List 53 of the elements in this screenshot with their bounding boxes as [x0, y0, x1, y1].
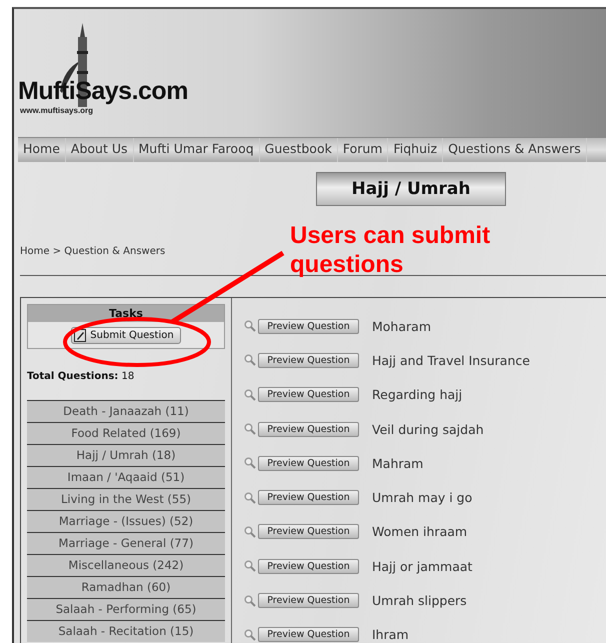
- search-icon: [244, 423, 256, 436]
- category-item[interactable]: Living in the West (55): [27, 488, 225, 510]
- category-item[interactable]: Hajj / Umrah (18): [27, 444, 225, 466]
- category-item[interactable]: Death - Janaazah (11): [27, 400, 225, 422]
- category-item[interactable]: Marriage - General (77): [27, 532, 225, 554]
- search-icon: [244, 526, 256, 538]
- preview-question-button[interactable]: Preview Question: [258, 558, 359, 574]
- page-title: Hajj / Umrah: [316, 172, 506, 206]
- preview-question-button[interactable]: Preview Question: [258, 422, 359, 437]
- nav-link[interactable]: Mufti Umar Farooq: [134, 138, 260, 162]
- preview-question-button[interactable]: Preview Question: [258, 456, 359, 471]
- preview-question-button[interactable]: Preview Question: [258, 352, 359, 368]
- nav-link[interactable]: Forum: [338, 138, 388, 162]
- question-title[interactable]: Veil during sajdah: [372, 422, 484, 437]
- category-item[interactable]: Marriage - (Issues) (52): [27, 510, 225, 532]
- search-icon: [244, 594, 256, 607]
- preview-question-button[interactable]: Preview Question: [258, 524, 359, 540]
- nav-link[interactable]: Questions & Answers: [443, 138, 587, 162]
- preview-question-button[interactable]: Preview Question: [258, 318, 359, 334]
- search-icon: [244, 492, 256, 504]
- search-icon: [244, 388, 256, 401]
- nav-link[interactable]: Home: [18, 138, 66, 162]
- nav-link[interactable]: Guestbook: [260, 138, 338, 162]
- category-item[interactable]: Ramadhan (60): [27, 576, 225, 598]
- category-item[interactable]: Imaan / 'Aqaaid (51): [27, 466, 225, 488]
- category-item[interactable]: Miscellaneous (242): [27, 554, 225, 576]
- question-title[interactable]: Hajj and Travel Insurance: [372, 352, 530, 368]
- submit-question-button[interactable]: Submit Question: [71, 326, 181, 344]
- search-icon: [244, 628, 256, 641]
- total-questions: Total Questions: 18: [27, 371, 136, 382]
- site-url: www.muftisays.org: [20, 106, 94, 115]
- search-icon: [244, 560, 256, 572]
- question-title[interactable]: Umrah may i go: [372, 490, 472, 506]
- search-icon: [244, 320, 256, 332]
- question-title[interactable]: Umrah slippers: [372, 593, 467, 608]
- nav-link[interactable]: Fiqhuiz: [388, 138, 444, 162]
- annotation-text: Users can submit questions: [290, 221, 492, 279]
- category-item[interactable]: Salaah - Performing (65): [27, 598, 225, 620]
- question-title[interactable]: Women ihraam: [372, 524, 468, 540]
- question-title[interactable]: Mahram: [372, 456, 424, 471]
- preview-question-button[interactable]: Preview Question: [258, 490, 359, 506]
- category-item[interactable]: Salaah - Recitation (15): [27, 620, 225, 642]
- preview-question-button[interactable]: Preview Question: [258, 627, 359, 642]
- preview-question-button[interactable]: Preview Question: [258, 387, 359, 402]
- question-title[interactable]: Ihram: [372, 627, 409, 642]
- question-title[interactable]: Hajj or jammaat: [372, 558, 472, 574]
- nav-link[interactable]: About Us: [66, 138, 134, 162]
- search-icon: [244, 354, 256, 366]
- category-item[interactable]: Food Related (169): [27, 422, 225, 444]
- question-title[interactable]: Regarding hajj: [372, 387, 462, 402]
- preview-question-button[interactable]: Preview Question: [258, 593, 359, 608]
- search-icon: [244, 457, 256, 470]
- question-title[interactable]: Moharam: [372, 318, 431, 334]
